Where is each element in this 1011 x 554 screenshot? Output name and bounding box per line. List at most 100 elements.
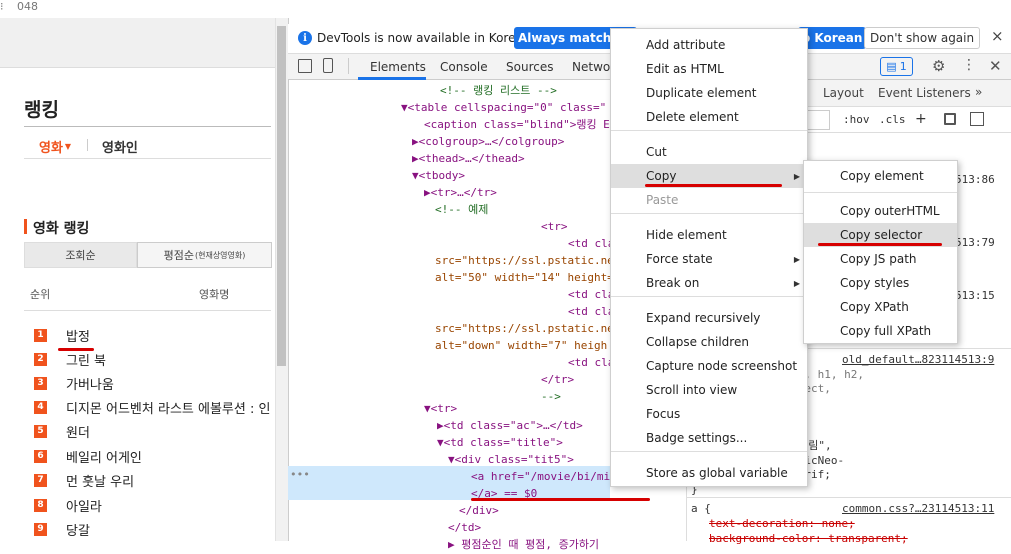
dom-node-line[interactable]: ▶<tr>…</tr> bbox=[424, 185, 497, 202]
sort-by-views-button[interactable]: 조회순 bbox=[24, 242, 137, 268]
device-toolbar-icon[interactable] bbox=[323, 58, 333, 73]
dom-node-line[interactable]: <td cla bbox=[568, 355, 614, 372]
movie-title-link[interactable]: 밥정 bbox=[66, 326, 90, 345]
submenu-item-copy-full-xpath[interactable]: Copy full XPath bbox=[804, 319, 957, 343]
dom-node-line[interactable]: src="https://ssl.pstatic.ne bbox=[435, 253, 614, 270]
menu-item-capture-node-screenshot[interactable]: Capture node screenshot bbox=[611, 354, 807, 378]
filter-input[interactable] bbox=[808, 110, 830, 130]
more-icon[interactable]: ⋮ bbox=[962, 57, 976, 73]
movie-title-link[interactable]: 베일리 어게인 bbox=[66, 447, 142, 466]
list-item[interactable]: 1 밥정 bbox=[34, 325, 90, 345]
list-item[interactable]: 3 가버나움 bbox=[34, 373, 114, 393]
style-rule-line[interactable]: old_default…823114513:9 bbox=[842, 352, 994, 369]
movie-title-link[interactable]: 아일라 bbox=[66, 496, 102, 515]
dom-node-line[interactable]: <caption class="blind">랭킹 E bbox=[424, 117, 610, 134]
tab-movie[interactable]: 영화 ▼ bbox=[39, 137, 71, 156]
dom-node-line[interactable]: <td cla bbox=[568, 287, 614, 304]
movie-title-link[interactable]: 원더 bbox=[66, 422, 90, 441]
dom-node-line[interactable]: ▼<td class="title"> bbox=[437, 435, 563, 452]
list-item[interactable]: 6 베일리 어게인 bbox=[34, 446, 142, 466]
submenu-item-copy-element[interactable]: Copy element bbox=[804, 164, 957, 188]
tab-layout[interactable]: Layout bbox=[823, 86, 864, 100]
menu-item-delete-element[interactable]: Delete element bbox=[611, 105, 807, 129]
dom-node-line[interactable]: ▶<thead>…</thead> bbox=[412, 151, 525, 168]
dom-node-line[interactable]: alt="50" width="14" height= bbox=[435, 270, 614, 287]
computed-icon[interactable] bbox=[944, 113, 956, 125]
list-item[interactable]: 5 원더 bbox=[34, 421, 90, 441]
menu-item-hide-element[interactable]: Hide element bbox=[611, 223, 807, 247]
dom-node-line[interactable]: src="https://ssl.pstatic.ne bbox=[435, 321, 614, 338]
close-devtools-icon[interactable]: ✕ bbox=[989, 57, 1002, 75]
dom-node-line[interactable]: </tr> bbox=[541, 372, 574, 389]
menu-item-scroll-into-view[interactable]: Scroll into view bbox=[611, 378, 807, 402]
dom-node-line[interactable]: ▶ 평점순인 때 평점, 증가하기 bbox=[448, 537, 599, 554]
list-item[interactable]: 7 먼 훗날 우리 bbox=[34, 470, 134, 490]
dom-node-line[interactable]: </div> bbox=[459, 503, 499, 520]
dont-show-again-button[interactable]: Don't show again bbox=[864, 27, 981, 49]
submenu-item-copy-xpath[interactable]: Copy XPath bbox=[804, 295, 957, 319]
submenu-item-copy-outerhtml[interactable]: Copy outerHTML bbox=[804, 199, 957, 223]
menu-item-duplicate-element[interactable]: Duplicate element bbox=[611, 81, 807, 105]
list-item[interactable]: 8 아일라 bbox=[34, 495, 102, 515]
dom-node-line[interactable]: alt="down" width="7" heigh bbox=[435, 338, 607, 355]
dom-node-line[interactable]: ▶<colgroup>…</colgroup> bbox=[412, 134, 564, 151]
menu-item-collapse-children[interactable]: Collapse children bbox=[611, 330, 807, 354]
sort-by-rating-button[interactable]: 평점순 (현재상영영화) bbox=[137, 242, 272, 268]
dom-node-line[interactable]: ▶<td class="ac">…</td> bbox=[437, 418, 583, 435]
dom-node-line[interactable]: ▼<table cellspacing="0" class=" bbox=[401, 100, 606, 117]
dom-node-line[interactable]: <td cla bbox=[568, 236, 614, 253]
node-options-icon[interactable]: ••• bbox=[290, 467, 310, 484]
more-tabs-icon[interactable]: » bbox=[975, 85, 982, 99]
movie-title-link[interactable]: 당갈 bbox=[66, 520, 90, 539]
dom-node-line[interactable]: <td cla bbox=[568, 304, 614, 321]
movie-title-link[interactable]: 먼 훗날 우리 bbox=[66, 471, 134, 490]
tab-person[interactable]: 영화인 bbox=[102, 137, 138, 156]
menu-item-focus[interactable]: Focus bbox=[611, 402, 807, 426]
annotation-underline bbox=[58, 348, 94, 351]
dom-node-line[interactable]: <a href="/movie/bi/mi bbox=[471, 469, 610, 486]
dom-node-line[interactable]: --> bbox=[541, 389, 561, 406]
menu-item-break-on[interactable]: Break on ▶ bbox=[611, 271, 807, 295]
site-header-bar bbox=[0, 18, 275, 68]
divider bbox=[24, 158, 271, 159]
menu-item-store-as-global-variable[interactable]: Store as global variable bbox=[611, 461, 807, 485]
tab-network[interactable]: Networ bbox=[572, 54, 615, 80]
dom-node-line[interactable]: ▼<tbody> bbox=[412, 168, 465, 185]
issues-badge[interactable]: ▤ 1 bbox=[880, 57, 913, 76]
inspect-icon[interactable] bbox=[298, 59, 312, 73]
dom-node-line[interactable]: <!-- 랭킹 리스트 --> bbox=[440, 83, 557, 100]
tab-event-listeners[interactable]: Event Listeners bbox=[878, 86, 971, 100]
menu-item-force-state[interactable]: Force state ▶ bbox=[611, 247, 807, 271]
menu-item-badge-settings[interactable]: Badge settings... bbox=[611, 426, 807, 450]
switch-korean-button[interactable]: o Korean bbox=[798, 27, 867, 49]
movie-title-link[interactable]: 그린 북 bbox=[66, 350, 106, 369]
tab-console[interactable]: Console bbox=[440, 54, 488, 80]
movie-title-link[interactable]: 디지몬 어드벤처 라스트 에볼루션 : 인 bbox=[66, 398, 270, 417]
page-scrollbar-thumb[interactable] bbox=[277, 26, 286, 366]
new-rule-icon[interactable]: + bbox=[915, 111, 927, 127]
list-item[interactable]: 9 당갈 bbox=[34, 519, 90, 539]
style-rule-line[interactable]: common.css?…23114513:11 bbox=[842, 501, 994, 518]
movie-title-link[interactable]: 가버나움 bbox=[66, 374, 114, 393]
hov-toggle[interactable]: :hov bbox=[843, 112, 870, 129]
submenu-item-copy-styles[interactable]: Copy styles bbox=[804, 271, 957, 295]
menu-item-edit-as-html[interactable]: Edit as HTML bbox=[611, 57, 807, 81]
tab-sources[interactable]: Sources bbox=[506, 54, 553, 80]
list-item[interactable]: 4 디지몬 어드벤처 라스트 에볼루션 : 인 bbox=[34, 397, 270, 417]
dom-node-line[interactable]: <!-- 예제 bbox=[435, 202, 488, 219]
menu-item-expand-recursively[interactable]: Expand recursively bbox=[611, 306, 807, 330]
gear-icon[interactable]: ⚙ bbox=[932, 57, 945, 75]
submenu-item-copy-js-path[interactable]: Copy JS path bbox=[804, 247, 957, 271]
dom-node-line[interactable]: ▼<div class="tit5"> bbox=[448, 452, 574, 469]
cls-toggle[interactable]: .cls bbox=[879, 112, 906, 129]
dom-node-line[interactable]: </td> bbox=[448, 520, 481, 537]
list-item[interactable]: 2 그린 북 bbox=[34, 349, 106, 369]
rank-number: 7 bbox=[34, 473, 47, 487]
sidebar-toggle-icon[interactable] bbox=[970, 112, 984, 126]
menu-item-cut[interactable]: Cut bbox=[611, 140, 807, 164]
dom-node-line[interactable]: ▼<tr> bbox=[424, 401, 457, 418]
sort-rating-sub: (현재상영영화) bbox=[194, 250, 246, 260]
menu-item-add-attribute[interactable]: Add attribute bbox=[611, 33, 807, 57]
close-icon[interactable]: × bbox=[991, 27, 1004, 45]
dom-node-line[interactable]: <tr> bbox=[541, 219, 568, 236]
